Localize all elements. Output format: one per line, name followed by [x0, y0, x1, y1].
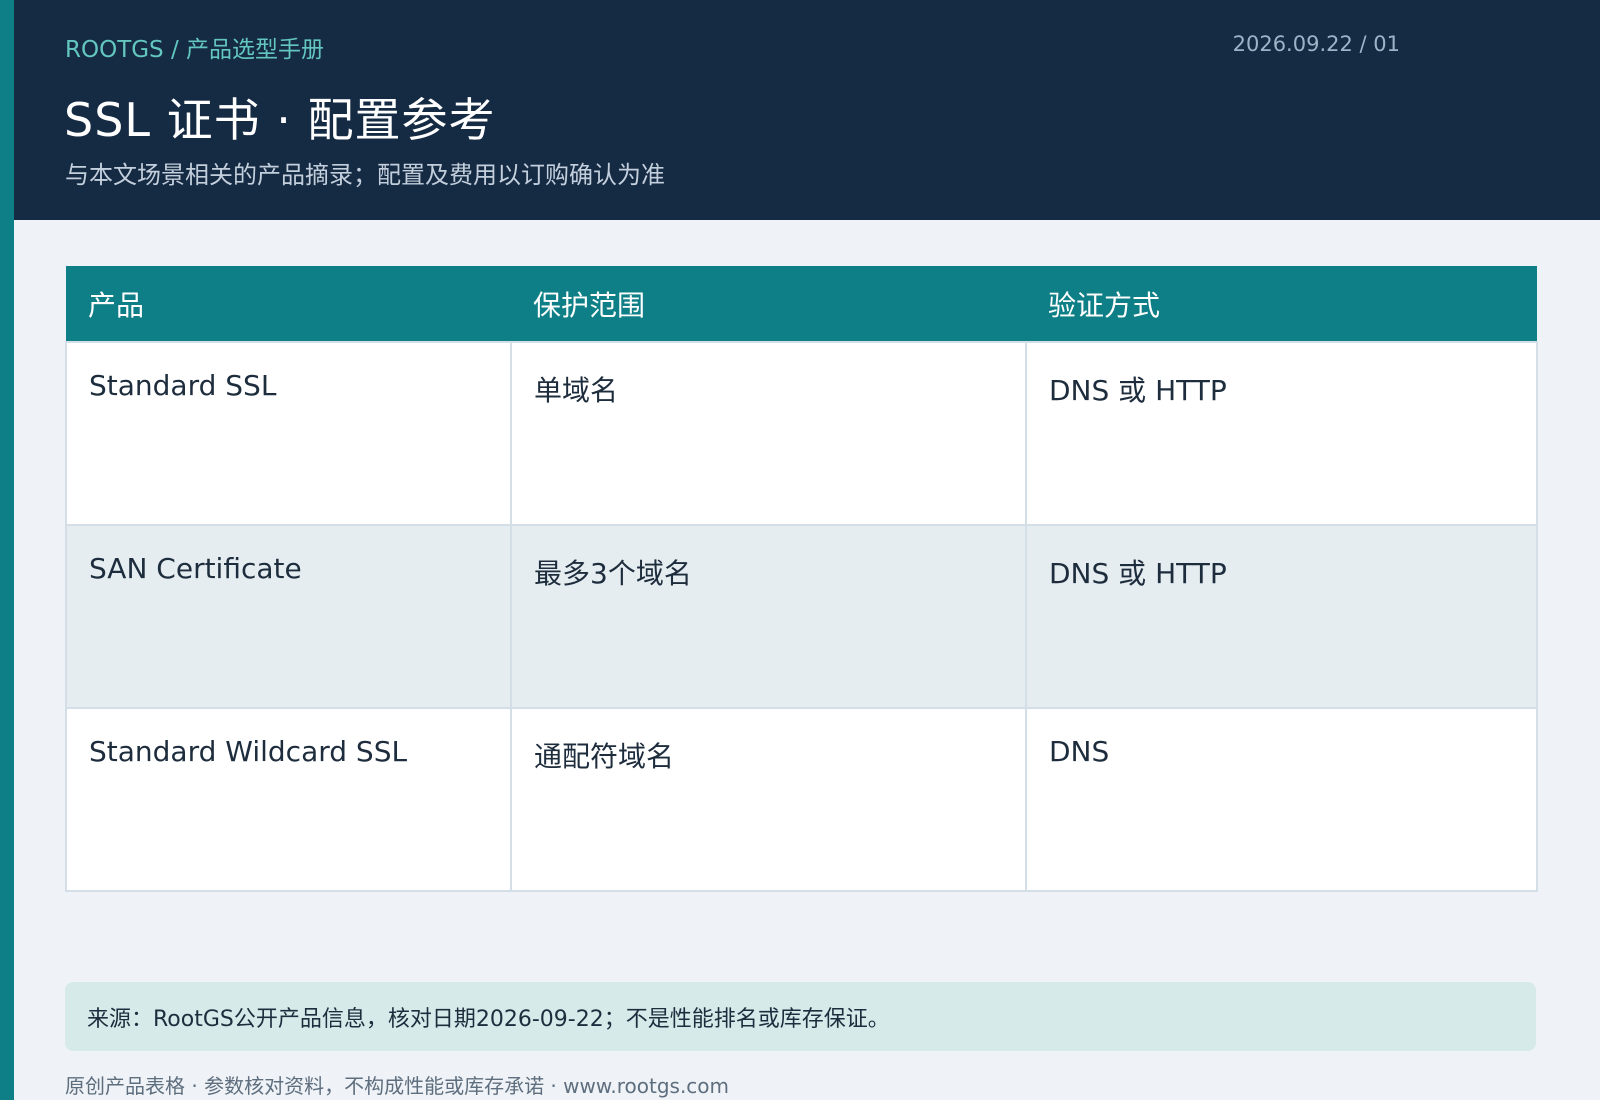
source-note-text: 来源：RootGS公开产品信息，核对日期2026-09-22；不是性能排名或库存…: [87, 1006, 890, 1032]
product-table: 产品 保护范围 验证方式 Standard SSL 单域名 DNS 或 HTTP…: [65, 266, 1538, 892]
column-header-coverage: 保护范围: [511, 266, 1026, 342]
breadcrumb: ROOTGS / 产品选型手册: [65, 37, 325, 63]
column-header-validation: 验证方式: [1026, 266, 1537, 342]
cell-coverage: 最多3个域名: [510, 524, 1027, 709]
page-header: ROOTGS / 产品选型手册 2026.09.22 / 01 SSL 证书 ·…: [14, 0, 1600, 220]
source-note: 来源：RootGS公开产品信息，核对日期2026-09-22；不是性能排名或库存…: [65, 982, 1536, 1051]
cell-product: SAN Certificate: [65, 524, 512, 709]
cell-product: Standard Wildcard SSL: [65, 707, 512, 892]
cell-validation: DNS: [1025, 707, 1538, 892]
column-header-product: 产品: [66, 266, 511, 342]
cell-validation: DNS 或 HTTP: [1025, 524, 1538, 709]
table-row: Standard Wildcard SSL 通配符域名 DNS: [65, 707, 1538, 892]
page-footer: 原创产品表格 · 参数核对资料，不构成性能或库存承诺 · www.rootgs.…: [65, 1074, 730, 1098]
cell-product: Standard SSL: [65, 341, 512, 526]
cell-coverage: 单域名: [510, 341, 1027, 526]
cell-validation: DNS 或 HTTP: [1025, 341, 1538, 526]
table-row: SAN Certificate 最多3个域名 DNS 或 HTTP: [65, 524, 1538, 709]
page-subtitle: 与本文场景相关的产品摘录；配置及费用以订购确认为准: [65, 161, 665, 189]
cell-coverage: 通配符域名: [510, 707, 1027, 892]
accent-bar: [0, 0, 14, 1100]
product-table-container: 产品 保护范围 验证方式 Standard SSL 单域名 DNS 或 HTTP…: [65, 266, 1538, 892]
date-label: 2026.09.22 / 01: [1232, 32, 1400, 56]
table-header-row: 产品 保护范围 验证方式: [66, 266, 1537, 342]
page-title: SSL 证书 · 配置参考: [64, 93, 496, 147]
table-row: Standard SSL 单域名 DNS 或 HTTP: [65, 341, 1538, 526]
